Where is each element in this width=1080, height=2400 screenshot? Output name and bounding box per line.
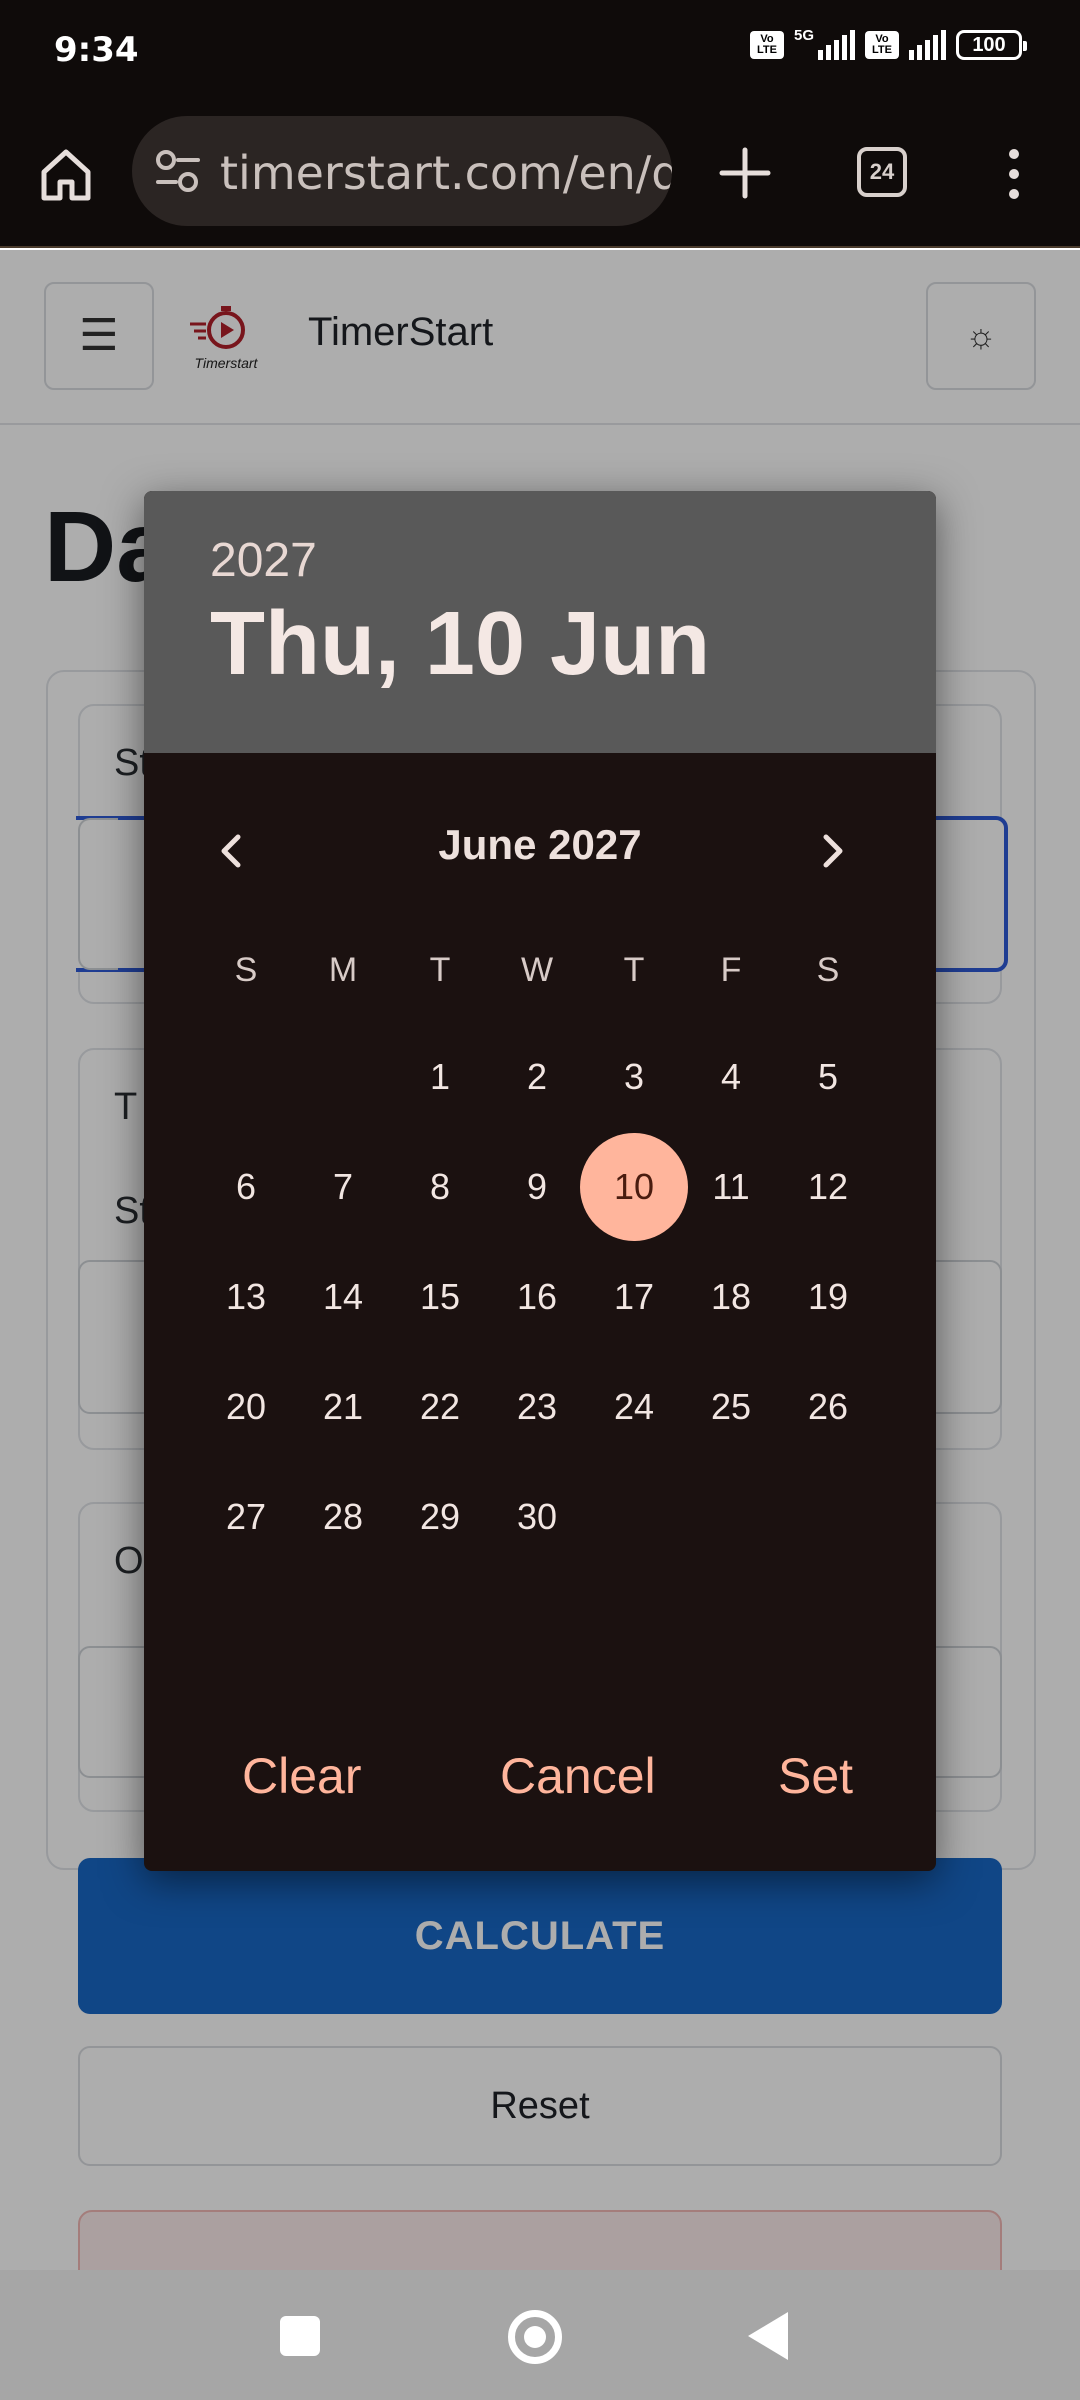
battery-icon: 100: [956, 30, 1027, 60]
status-time: 9:34: [54, 30, 139, 70]
calendar-day[interactable]: 1: [386, 1023, 494, 1131]
calendar-day[interactable]: 29: [386, 1463, 494, 1571]
selected-year[interactable]: 2027: [210, 533, 317, 588]
calendar-day[interactable]: 8: [386, 1133, 494, 1241]
calendar-day[interactable]: 15: [386, 1243, 494, 1351]
status-icons: Vo LTE 5G Vo LTE 100: [749, 26, 1027, 60]
plus-icon[interactable]: [716, 144, 774, 202]
home-icon[interactable]: [36, 144, 96, 204]
browser-toolbar: timerstart.com/en/d 24: [0, 100, 1080, 248]
calendar-day[interactable]: 22: [386, 1353, 494, 1461]
calendar-day[interactable]: 4: [677, 1023, 785, 1131]
calendar-day[interactable]: 27: [192, 1463, 300, 1571]
address-bar[interactable]: timerstart.com/en/d: [132, 116, 672, 226]
signal-icon: [818, 30, 855, 60]
calendar-day-selected[interactable]: 10: [580, 1133, 688, 1241]
clear-button[interactable]: Clear: [242, 1747, 361, 1805]
calendar-day[interactable]: 24: [580, 1353, 688, 1461]
calendar-day[interactable]: 14: [289, 1243, 397, 1351]
recents-icon[interactable]: [280, 2316, 320, 2356]
calendar-day[interactable]: 12: [774, 1133, 882, 1241]
cancel-button[interactable]: Cancel: [500, 1747, 656, 1805]
weekday-label: S: [234, 951, 258, 989]
calendar-day[interactable]: 18: [677, 1243, 785, 1351]
home-nav-icon[interactable]: [508, 2310, 562, 2364]
back-icon[interactable]: [748, 2312, 788, 2360]
set-button[interactable]: Set: [778, 1747, 853, 1805]
weekday-label: S: [816, 951, 840, 989]
calendar-day[interactable]: 21: [289, 1353, 397, 1461]
weekday-label: T: [623, 951, 645, 989]
tab-switcher-button[interactable]: 24: [857, 147, 907, 197]
more-vert-icon[interactable]: [1000, 146, 1028, 202]
date-picker-dialog: 2027 Thu, 10 Jun June 2027 SMTWTFS 12345…: [144, 491, 936, 1871]
status-bar: 9:34 Vo LTE 5G Vo LTE 100: [0, 0, 1080, 100]
calendar-day[interactable]: 6: [192, 1133, 300, 1241]
calendar-day[interactable]: 25: [677, 1353, 785, 1461]
signal-icon-2: [909, 30, 946, 60]
chevron-right-icon[interactable]: [802, 821, 862, 881]
calendar-day[interactable]: 3: [580, 1023, 688, 1131]
volte-icon-2: Vo LTE: [865, 31, 899, 59]
tune-icon[interactable]: [154, 148, 202, 194]
calendar-day[interactable]: 23: [483, 1353, 591, 1461]
system-nav-bar: [0, 2270, 1080, 2400]
weekday-label: W: [520, 951, 554, 989]
calendar-day[interactable]: 17: [580, 1243, 688, 1351]
calendar-day[interactable]: 28: [289, 1463, 397, 1571]
network-type-label: 5G: [793, 26, 814, 44]
calendar-day[interactable]: 19: [774, 1243, 882, 1351]
calendar-day[interactable]: 30: [483, 1463, 591, 1571]
weekday-label: T: [429, 951, 451, 989]
volte-icon: Vo LTE: [749, 31, 784, 59]
calendar-day[interactable]: 26: [774, 1353, 882, 1461]
calendar-day[interactable]: 9: [483, 1133, 591, 1241]
url-text[interactable]: timerstart.com/en/d: [220, 146, 672, 200]
weekday-label: M: [328, 951, 358, 989]
calendar-day[interactable]: 13: [192, 1243, 300, 1351]
calendar-day[interactable]: 7: [289, 1133, 397, 1241]
calendar-day[interactable]: 16: [483, 1243, 591, 1351]
selected-date: Thu, 10 Jun: [210, 594, 711, 694]
calendar-day[interactable]: 20: [192, 1353, 300, 1461]
calendar-day[interactable]: 11: [677, 1133, 785, 1241]
calendar-day[interactable]: 2: [483, 1023, 591, 1131]
weekday-label: F: [720, 951, 742, 989]
calendar-day[interactable]: 5: [774, 1023, 882, 1131]
date-picker-header: 2027 Thu, 10 Jun: [144, 491, 936, 753]
